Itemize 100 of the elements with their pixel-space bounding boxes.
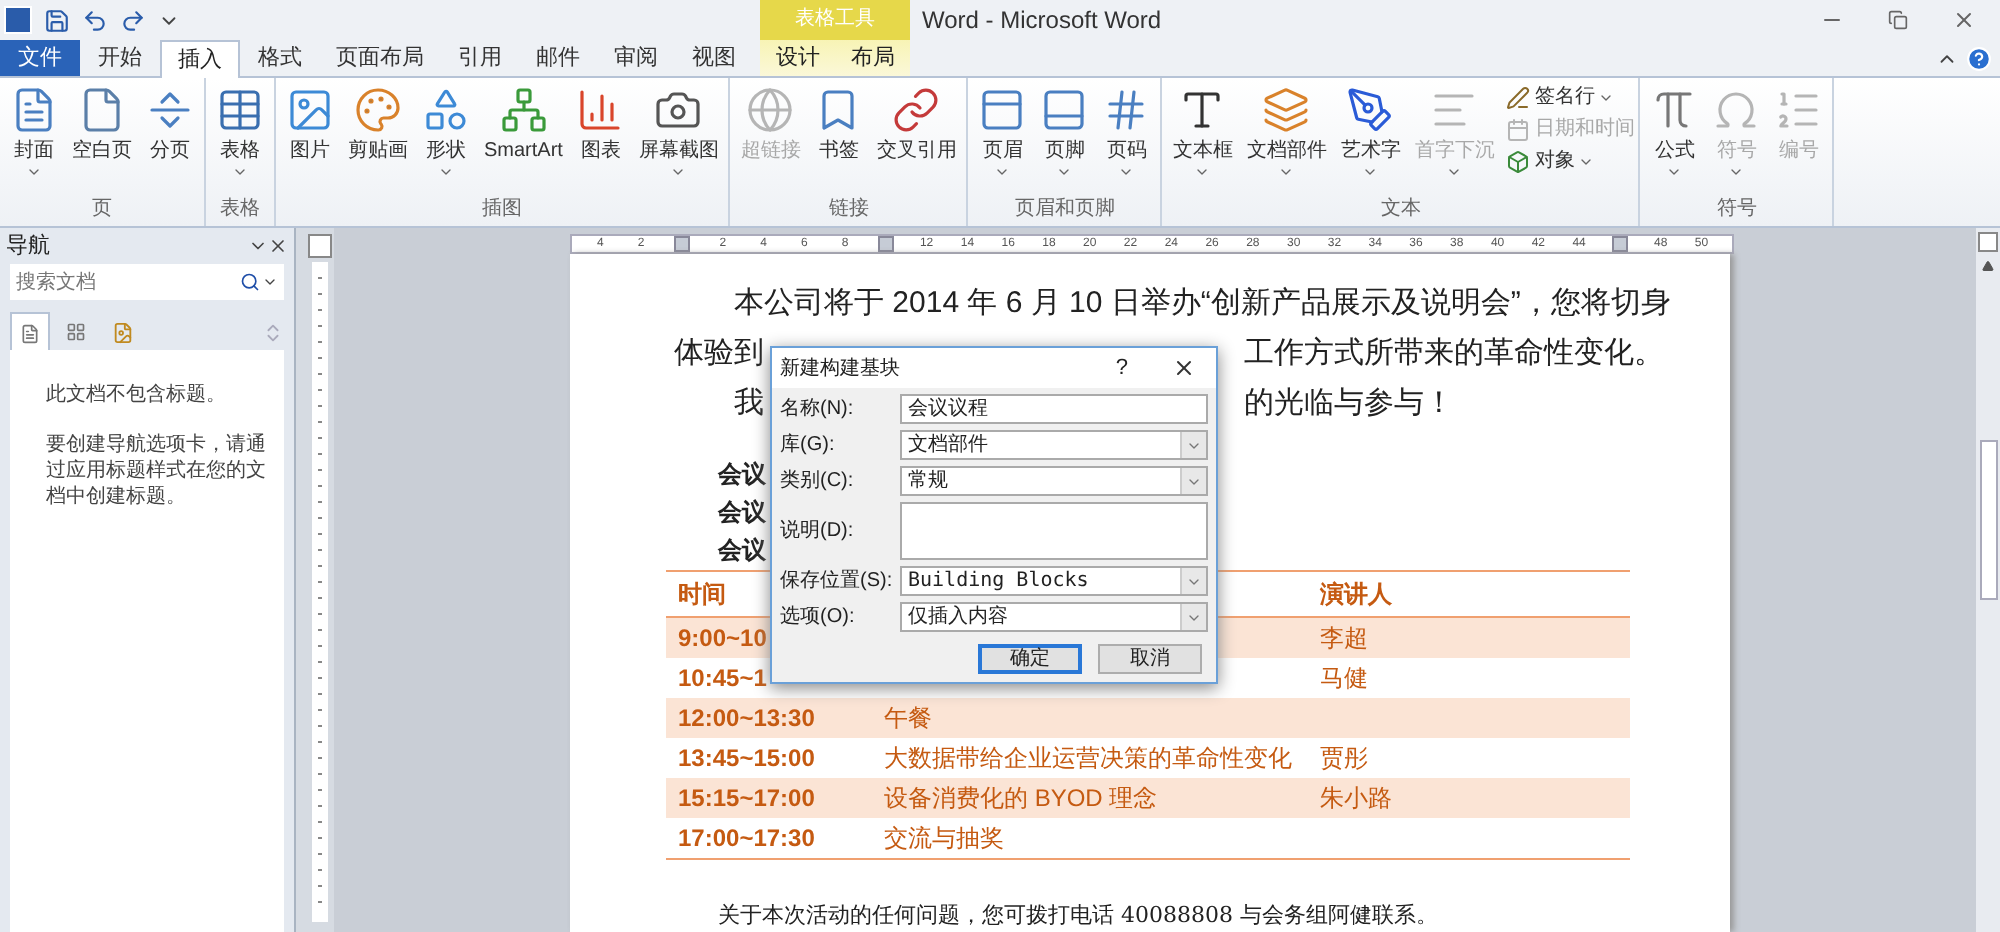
- save-icon[interactable]: [44, 7, 70, 33]
- help-icon[interactable]: [1966, 45, 1992, 71]
- ribbon-small-button[interactable]: 对象: [1506, 146, 1635, 176]
- close-icon[interactable]: [1172, 356, 1196, 380]
- indent-marker[interactable]: [673, 236, 690, 252]
- ribbon-group-label: 页: [90, 198, 114, 224]
- caret-icon: [1278, 164, 1295, 180]
- ribbon-group-label: 符号: [1714, 198, 1759, 224]
- ribbon-button[interactable]: 图表: [570, 78, 631, 198]
- caret-icon: [994, 164, 1011, 180]
- document-icon: [10, 86, 58, 134]
- indent-marker[interactable]: [877, 236, 894, 252]
- omega-icon: [1712, 86, 1761, 134]
- ribbon-tab[interactable]: 插入: [160, 40, 240, 78]
- ribbon-button[interactable]: 页脚: [1034, 78, 1095, 198]
- close-icon[interactable]: [268, 236, 288, 256]
- header-icon: [978, 86, 1027, 134]
- ribbon-button[interactable]: 表格: [210, 78, 270, 198]
- ribbon-tab[interactable]: 页面布局: [320, 40, 440, 76]
- caret-icon: [1118, 164, 1135, 180]
- ribbon-tab[interactable]: 文件: [0, 40, 80, 76]
- redo-icon[interactable]: [120, 7, 146, 33]
- box-icon: [1506, 149, 1531, 173]
- scroll-thumb[interactable]: [1979, 440, 1997, 600]
- numbered-list-icon: [1774, 86, 1823, 134]
- help-button[interactable]: ?: [1115, 351, 1128, 385]
- table-header: 时间: [678, 580, 726, 608]
- caret-icon: [1362, 164, 1379, 180]
- ribbon-tab[interactable]: 引用: [442, 40, 518, 76]
- ribbon-tab[interactable]: 视图: [676, 40, 752, 76]
- globe-icon: [746, 86, 795, 134]
- dropdown-field[interactable]: 仅插入内容: [900, 602, 1208, 632]
- vertical-scrollbar[interactable]: [1976, 228, 2000, 932]
- ribbon-button[interactable]: 形状: [416, 78, 476, 198]
- dropdown-field[interactable]: 文档部件: [900, 430, 1208, 460]
- field-label: 类别(C):: [780, 467, 856, 496]
- ribbon-button[interactable]: 交叉引用: [870, 78, 963, 198]
- field-label: 保存位置(S):: [780, 567, 895, 596]
- ribbon-button[interactable]: 页眉: [972, 78, 1033, 198]
- page-break-icon: [146, 86, 194, 134]
- shapes-icon: [422, 86, 470, 134]
- layers-icon: [1262, 86, 1311, 134]
- ribbon-button[interactable]: 文档部件: [1240, 78, 1333, 198]
- search-field[interactable]: 搜索文档: [10, 264, 240, 300]
- ribbon-button[interactable]: 页码: [1096, 78, 1157, 198]
- image-icon: [286, 86, 334, 134]
- tab-selector-icon[interactable]: [308, 234, 332, 258]
- undo-icon[interactable]: [82, 7, 108, 33]
- footer-icon: [1040, 86, 1089, 134]
- name-field[interactable]: 会议议程: [900, 394, 1208, 424]
- caret-icon: [1056, 164, 1073, 180]
- indent-marker[interactable]: [1611, 236, 1628, 252]
- dialog-button[interactable]: 确定: [978, 644, 1082, 674]
- field-label: 选项(O):: [780, 603, 857, 632]
- ribbon-button[interactable]: 分页: [140, 78, 200, 198]
- table-cell: 朱小路: [1320, 784, 1392, 812]
- ribbon-tab[interactable]: 布局: [842, 40, 903, 76]
- ribbon-button[interactable]: 书签: [808, 78, 869, 198]
- ribbon-tab[interactable]: 审阅: [598, 40, 674, 76]
- caret-icon: [1194, 164, 1211, 180]
- table-cell: 大数据带给企业运营决策的革命性变化: [884, 744, 1292, 772]
- dropdown-field[interactable]: 常规: [900, 466, 1208, 496]
- document-text: 体验到: [674, 336, 764, 370]
- ribbon-button[interactable]: 空白页: [66, 78, 138, 198]
- table-cell: 15:15~17:00: [678, 784, 815, 812]
- ribbon-tab[interactable]: 开始: [82, 40, 158, 76]
- caret-icon: [26, 164, 42, 180]
- caret-icon[interactable]: [262, 274, 278, 290]
- ribbon-button[interactable]: 图片: [280, 78, 340, 198]
- pane-message: 此文档不包含标题。: [46, 382, 228, 408]
- caret-icon: [1446, 164, 1463, 180]
- ribbon-button[interactable]: 公式: [1644, 78, 1705, 198]
- ribbon-button[interactable]: 屏幕截图: [632, 78, 725, 198]
- ribbon-button[interactable]: 封面: [4, 78, 64, 198]
- ribbon-tab[interactable]: 设计: [767, 40, 828, 76]
- ribbon-button[interactable]: SmartArt: [478, 78, 569, 198]
- ribbon-button[interactable]: 文本框: [1166, 78, 1239, 198]
- ribbon-tab[interactable]: 格式: [242, 40, 318, 76]
- description-field[interactable]: [900, 502, 1208, 560]
- caret-icon: [1728, 164, 1745, 180]
- dialog-button[interactable]: 取消: [1098, 644, 1202, 674]
- ribbon-group-label: 文本: [1378, 198, 1423, 224]
- headings-view-tab[interactable]: [10, 312, 50, 352]
- ribbon-button[interactable]: 剪贴画: [342, 78, 414, 198]
- field-label: 库(G):: [780, 431, 837, 460]
- ribbon-group-label: 表格: [218, 198, 262, 224]
- search-icon[interactable]: [240, 272, 260, 292]
- pane-title: 导航: [6, 231, 50, 262]
- dropdown-field[interactable]: Building Blocks: [900, 566, 1208, 596]
- ribbon-tab[interactable]: 邮件: [520, 40, 596, 76]
- ribbon-small-button[interactable]: 签名行: [1506, 82, 1635, 112]
- restore-icon[interactable]: [1888, 10, 1908, 30]
- scroll-up-icon[interactable]: [1982, 260, 1994, 272]
- table-header: 演讲人: [1320, 580, 1392, 608]
- link-icon: [892, 86, 941, 134]
- ribbon-button[interactable]: 艺术字: [1334, 78, 1407, 198]
- table-cell: 交流与抽奖: [884, 824, 1004, 852]
- table-cell: 设备消费化的 BYOD 理念: [884, 784, 1158, 812]
- ruler-toggle-icon[interactable]: [1978, 232, 1998, 252]
- document-text: 关于本次活动的任何问题，您可拨打电话 40088808 与会务组阿健联系。: [716, 900, 1440, 932]
